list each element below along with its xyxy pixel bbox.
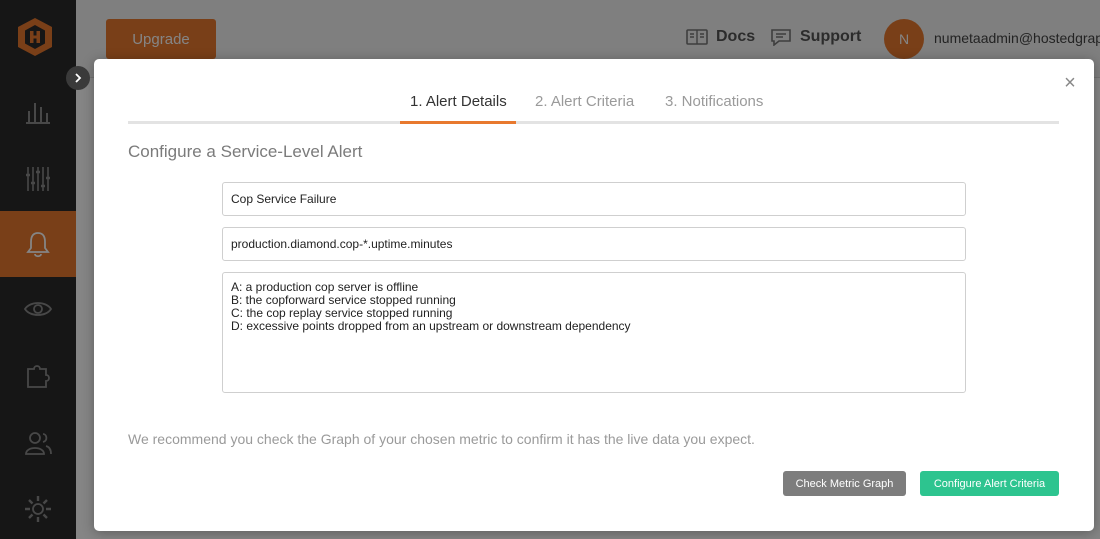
sidebar-collapse-button[interactable] <box>66 66 90 90</box>
alert-name-input[interactable] <box>222 182 966 216</box>
tab-alert-details[interactable]: 1. Alert Details <box>410 93 507 124</box>
configure-alert-criteria-button[interactable]: Configure Alert Criteria <box>920 471 1059 496</box>
description-textarea[interactable]: A: a production cop server is offline B:… <box>222 272 966 393</box>
alert-modal: × 1. Alert Details 2. Alert Criteria 3. … <box>94 59 1094 531</box>
check-metric-graph-button[interactable]: Check Metric Graph <box>783 471 906 496</box>
recommendation-text: We recommend you check the Graph of your… <box>128 431 755 447</box>
chevron-right-icon <box>75 73 82 83</box>
tab-alert-criteria[interactable]: 2. Alert Criteria <box>535 93 634 124</box>
wizard-tabs: 1. Alert Details 2. Alert Criteria 3. No… <box>128 87 1059 124</box>
section-title: Configure a Service-Level Alert <box>128 142 363 161</box>
tab-notifications[interactable]: 3. Notifications <box>665 93 763 124</box>
metric-input[interactable] <box>222 227 966 261</box>
active-tab-indicator <box>400 121 516 124</box>
close-button[interactable]: × <box>1060 73 1080 93</box>
